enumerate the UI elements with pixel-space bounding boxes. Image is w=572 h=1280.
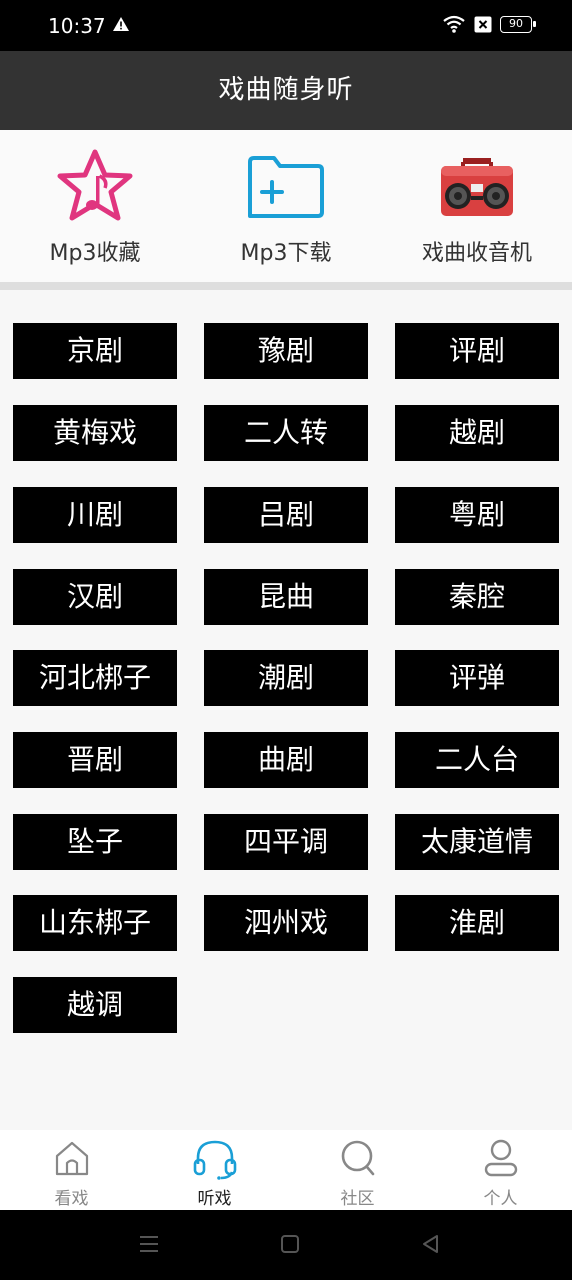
- person-icon: [484, 1139, 517, 1177]
- genre-button[interactable]: 晋剧: [13, 732, 177, 788]
- status-bar: 10:37 90: [0, 0, 572, 51]
- home-icon: [55, 1141, 88, 1176]
- nav-tab-watch[interactable]: 看戏: [0, 1130, 143, 1210]
- title-bar: 戏曲随身听: [0, 51, 572, 130]
- genre-button[interactable]: 四平调: [204, 814, 368, 870]
- search-icon: [341, 1140, 374, 1176]
- battery-level: 90: [509, 17, 523, 30]
- genre-button[interactable]: 淮剧: [395, 895, 559, 951]
- nav-label: 听戏: [197, 1189, 232, 1209]
- bottom-nav: 看戏 听戏 社区 个人: [0, 1130, 572, 1210]
- genre-button[interactable]: 山东梆子: [13, 895, 177, 951]
- genre-grid: 京剧 豫剧 评剧 黄梅戏 二人转 越剧 川剧 吕剧 粤剧 汉剧 昆曲 秦腔 河北…: [0, 290, 572, 1130]
- feature-label: 戏曲收音机: [421, 241, 532, 266]
- system-nav-bar: [0, 1210, 572, 1280]
- status-time: 10:37: [48, 14, 106, 38]
- mp3-favorites-button[interactable]: Mp3收藏: [0, 130, 190, 282]
- genre-button[interactable]: 秦腔: [395, 569, 559, 625]
- nav-tab-profile[interactable]: 个人: [429, 1130, 572, 1210]
- feature-row: Mp3收藏 Mp3下载 戏曲收音机: [0, 130, 572, 282]
- genre-button[interactable]: 粤剧: [395, 487, 559, 543]
- genre-button[interactable]: 曲剧: [204, 732, 368, 788]
- headphones-icon: [193, 1140, 236, 1180]
- opera-radio-button[interactable]: 戏曲收音机: [382, 130, 572, 282]
- feature-label: Mp3下载: [240, 241, 332, 266]
- warning-icon: [113, 17, 129, 31]
- genre-button[interactable]: 豫剧: [204, 323, 368, 379]
- radio-icon: [441, 158, 513, 216]
- folder-plus-icon: [248, 156, 324, 218]
- nav-label: 个人: [483, 1189, 518, 1209]
- genre-button[interactable]: 河北梆子: [13, 650, 177, 706]
- wifi-icon: [443, 15, 465, 33]
- nav-label: 看戏: [54, 1189, 89, 1209]
- genre-button[interactable]: 川剧: [13, 487, 177, 543]
- genre-button[interactable]: 太康道情: [395, 814, 559, 870]
- genre-button[interactable]: 二人台: [395, 732, 559, 788]
- no-sim-icon: [474, 16, 492, 33]
- genre-button[interactable]: 坠子: [13, 814, 177, 870]
- genre-button[interactable]: 泗州戏: [204, 895, 368, 951]
- menu-icon[interactable]: [138, 1233, 160, 1255]
- genre-button[interactable]: 越剧: [395, 405, 559, 461]
- genre-button[interactable]: 潮剧: [204, 650, 368, 706]
- nav-tab-community[interactable]: 社区: [286, 1130, 429, 1210]
- genre-button[interactable]: 评剧: [395, 323, 559, 379]
- feature-label: Mp3收藏: [49, 241, 141, 266]
- nav-tab-listen[interactable]: 听戏: [143, 1130, 286, 1210]
- battery-indicator: 90: [500, 16, 536, 33]
- home-square-icon[interactable]: [279, 1233, 301, 1255]
- genre-button[interactable]: 二人转: [204, 405, 368, 461]
- section-divider: [0, 282, 572, 290]
- back-icon[interactable]: [420, 1233, 442, 1255]
- genre-button[interactable]: 吕剧: [204, 487, 368, 543]
- mp3-download-button[interactable]: Mp3下载: [191, 130, 381, 282]
- star-music-icon: [57, 149, 133, 221]
- nav-label: 社区: [340, 1189, 375, 1209]
- genre-button[interactable]: 黄梅戏: [13, 405, 177, 461]
- page-title: 戏曲随身听: [218, 75, 354, 105]
- genre-button[interactable]: 京剧: [13, 323, 177, 379]
- genre-button[interactable]: 昆曲: [204, 569, 368, 625]
- genre-button[interactable]: 汉剧: [13, 569, 177, 625]
- genre-button[interactable]: 越调: [13, 977, 177, 1033]
- genre-button[interactable]: 评弹: [395, 650, 559, 706]
